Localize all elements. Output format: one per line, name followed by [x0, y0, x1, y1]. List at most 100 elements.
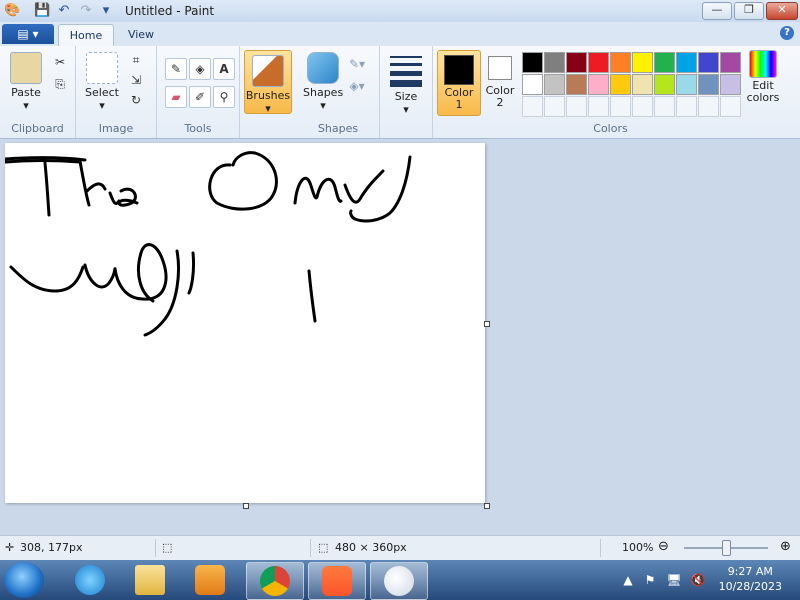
shapes-button[interactable]: Shapes ▾ [303, 52, 343, 112]
shapes-icon [307, 52, 339, 84]
custom-color-slot[interactable] [654, 96, 675, 117]
tab-view[interactable]: View [116, 24, 166, 45]
custom-color-slot[interactable] [588, 96, 609, 117]
quick-access-dropdown-icon[interactable]: ▾ [98, 3, 114, 19]
palette-swatch[interactable] [544, 74, 565, 95]
palette-swatch[interactable] [522, 74, 543, 95]
taskbar-paint[interactable] [370, 562, 428, 600]
palette-swatch[interactable] [588, 74, 609, 95]
palette-swatch[interactable] [632, 52, 653, 73]
help-icon[interactable]: ? [780, 26, 794, 40]
paint-app-icon[interactable]: 🎨 [4, 3, 20, 19]
maximize-button[interactable]: ❐ [734, 2, 764, 20]
zoom-in-icon[interactable]: ⊕ [780, 539, 791, 554]
text-icon[interactable]: A [213, 58, 235, 80]
edit-colors-button[interactable]: Edit colors [743, 50, 783, 104]
palette-swatch[interactable] [698, 74, 719, 95]
outline-icon[interactable]: ✎▾ [347, 54, 367, 74]
copy-icon[interactable]: ⎘ [50, 74, 70, 94]
palette-swatch[interactable] [676, 52, 697, 73]
system-clock[interactable]: 9:27 AM 10/28/2023 [719, 564, 782, 594]
shape-fill-icon[interactable]: ◈▾ [347, 76, 367, 96]
palette-swatch[interactable] [654, 52, 675, 73]
taskbar-internet-explorer[interactable] [62, 562, 118, 598]
palette-swatch[interactable] [610, 52, 631, 73]
clipboard-group: Paste ▾ ✂ ⎘ Clipboard [0, 46, 76, 138]
custom-color-slot[interactable] [610, 96, 631, 117]
palette-swatch[interactable] [544, 52, 565, 73]
close-button[interactable]: ✕ [766, 2, 798, 20]
select-icon [86, 52, 118, 84]
size-lines-icon [390, 56, 422, 88]
custom-color-slot[interactable] [632, 96, 653, 117]
palette-swatch[interactable] [698, 52, 719, 73]
file-menu-button[interactable]: ▤ ▾ [2, 24, 54, 44]
canvas-size-icon: ⬚ [318, 541, 329, 554]
palette-swatch[interactable] [588, 52, 609, 73]
save-icon[interactable]: 💾 [34, 3, 50, 19]
palette-swatch[interactable] [566, 52, 587, 73]
undo-icon[interactable]: ↶ [56, 3, 72, 19]
palette-swatch[interactable] [522, 52, 543, 73]
cursor-position: 308, 177px [20, 541, 83, 554]
taskbar-media-player[interactable] [182, 562, 238, 598]
color2-label: Color 2 [485, 84, 515, 109]
fill-icon[interactable]: ◈ [189, 58, 211, 80]
taskbar-chrome[interactable] [246, 562, 304, 600]
color1-button[interactable]: Color 1 [437, 50, 481, 116]
minimize-button[interactable]: — [702, 2, 732, 20]
crop-icon[interactable]: ⌗ [126, 50, 146, 70]
custom-color-slot[interactable] [698, 96, 719, 117]
select-label: Select [85, 86, 119, 99]
canvas-resize-handle-bottom[interactable] [243, 503, 249, 509]
palette-swatch[interactable] [632, 74, 653, 95]
custom-color-slot[interactable] [566, 96, 587, 117]
selection-size-icon: ⬚ [162, 541, 173, 554]
resize-icon[interactable]: ⇲ [126, 70, 146, 90]
canvas-resize-handle-corner[interactable] [484, 503, 490, 509]
custom-color-slot[interactable] [720, 96, 741, 117]
palette-swatch[interactable] [610, 74, 631, 95]
redo-icon[interactable]: ↷ [78, 3, 94, 19]
brave-icon [322, 566, 352, 596]
palette-swatch[interactable] [676, 74, 697, 95]
palette-swatch[interactable] [566, 74, 587, 95]
magnifier-icon[interactable]: ⚲ [213, 86, 235, 108]
palette-swatch[interactable] [720, 74, 741, 95]
zoom-slider-thumb[interactable] [722, 540, 731, 556]
folder-icon [135, 565, 165, 595]
palette-swatch[interactable] [654, 74, 675, 95]
color2-button[interactable]: Color 2 [481, 50, 519, 109]
palette-swatch[interactable] [720, 52, 741, 73]
eraser-icon[interactable]: ▰ [165, 86, 187, 108]
zoom-level: 100% [622, 541, 654, 554]
cut-icon[interactable]: ✂ [50, 52, 70, 72]
paste-button[interactable]: Paste ▾ [6, 52, 46, 112]
network-icon[interactable]: 🖥 [666, 572, 682, 588]
size-group: Size ▾ [380, 46, 433, 138]
action-center-flag-icon[interactable]: ⚑ [642, 572, 658, 588]
brushes-button[interactable]: Brushes ▾ [244, 50, 292, 115]
start-button[interactable] [4, 562, 44, 598]
size-button[interactable]: Size ▾ [386, 52, 426, 116]
zoom-out-icon[interactable]: ⊖ [658, 539, 669, 554]
color-picker-icon[interactable]: ✐ [189, 86, 211, 108]
select-button[interactable]: Select ▾ [82, 52, 122, 112]
brushes-label: Brushes [245, 89, 291, 102]
custom-color-slot[interactable] [676, 96, 697, 117]
status-divider [600, 539, 601, 557]
custom-color-slot[interactable] [522, 96, 543, 117]
pencil-icon[interactable]: ✎ [165, 58, 187, 80]
canvas-resize-handle-right[interactable] [484, 321, 490, 327]
show-hidden-icons-icon[interactable]: ▲ [620, 572, 636, 588]
custom-color-slot[interactable] [544, 96, 565, 117]
rotate-icon[interactable]: ↻ [126, 90, 146, 110]
canvas-workspace [0, 139, 800, 535]
volume-muted-icon[interactable]: 🔇 [690, 572, 706, 588]
status-divider [310, 539, 311, 557]
paint-icon [384, 566, 414, 596]
drawing-canvas[interactable] [5, 143, 485, 503]
tab-home[interactable]: Home [58, 24, 114, 46]
taskbar-file-explorer[interactable] [122, 562, 178, 598]
taskbar-brave[interactable] [308, 562, 366, 600]
